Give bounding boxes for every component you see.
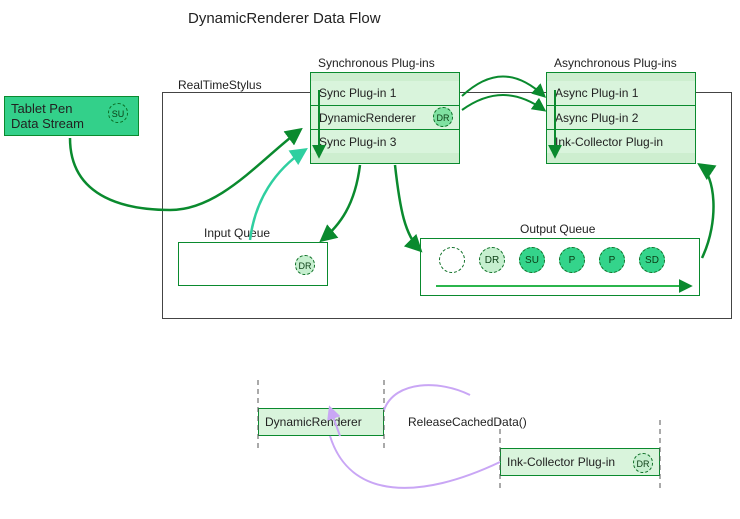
- release-cached-data-label: ReleaseCachedData(): [408, 415, 527, 429]
- tablet-pen-label: Tablet Pen Data Stream: [11, 101, 101, 131]
- queue-item: SD: [639, 247, 665, 273]
- queue-item: P: [599, 247, 625, 273]
- sync-panel: Sync Plug-in 1 DynamicRenderer DR Sync P…: [310, 72, 460, 164]
- output-queue-box: DR SU P P SD: [420, 238, 700, 296]
- async-row: Ink-Collector Plug-in: [547, 129, 695, 153]
- tablet-pen-badge: SU: [108, 103, 128, 123]
- queue-item: P: [559, 247, 585, 273]
- sync-heading: Synchronous Plug-ins: [318, 56, 435, 70]
- async-heading: Asynchronous Plug-ins: [554, 56, 677, 70]
- async-panel: Async Plug-in 1 Async Plug-in 2 Ink-Coll…: [546, 72, 696, 164]
- output-queue-label: Output Queue: [520, 222, 595, 236]
- queue-item: DR: [479, 247, 505, 273]
- bottom-ink-collector: Ink-Collector Plug-in DR: [500, 448, 660, 476]
- ink-collector-label: Ink-Collector Plug-in: [507, 455, 615, 469]
- sync-row: Sync Plug-in 1: [311, 81, 459, 105]
- input-queue-label: Input Queue: [204, 226, 270, 240]
- dr-badge-icon: DR: [633, 453, 653, 473]
- async-row: Async Plug-in 1: [547, 81, 695, 105]
- rts-label: RealTimeStylus: [178, 78, 262, 92]
- queue-item: SU: [519, 247, 545, 273]
- input-queue-box: DR: [178, 242, 328, 286]
- queue-item: [439, 247, 465, 273]
- bottom-dynamic-renderer: DynamicRenderer: [258, 408, 384, 436]
- dr-badge-icon: DR: [295, 255, 315, 275]
- async-row: Async Plug-in 2: [547, 105, 695, 129]
- arrow-ink-to-dr-upper: [384, 385, 470, 410]
- page-title: DynamicRenderer Data Flow: [188, 10, 381, 27]
- dr-badge-icon: DR: [433, 107, 453, 127]
- sync-row: Sync Plug-in 3: [311, 129, 459, 153]
- arrow-ink-to-dr-lower: [330, 436, 500, 488]
- diagram: DynamicRenderer Data Flow Tablet Pen Dat…: [0, 0, 740, 519]
- tablet-pen-box: Tablet Pen Data Stream SU: [4, 96, 139, 136]
